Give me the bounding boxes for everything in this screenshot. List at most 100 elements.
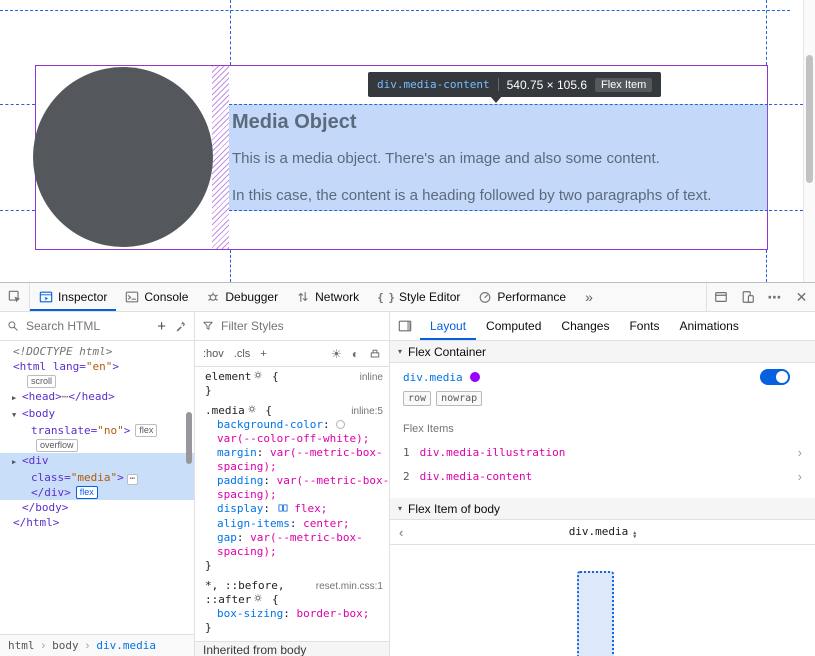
rule-line[interactable]: align-items: center; xyxy=(195,517,389,531)
rule-line[interactable]: box-sizing: border-box; xyxy=(195,607,389,621)
rule-gear-icon[interactable] xyxy=(247,404,257,418)
rule-line[interactable]: *, ::before,reset.min.css:1 xyxy=(195,579,389,593)
tab-inspector[interactable]: Inspector xyxy=(30,283,116,311)
eyedropper-icon[interactable] xyxy=(175,320,187,332)
rule-line[interactable]: ::after { xyxy=(195,593,389,607)
rule-line[interactable]: background-color: xyxy=(195,418,389,432)
flex-badge[interactable]: flex xyxy=(76,486,98,499)
sidebar-dock-button[interactable] xyxy=(390,312,420,340)
rule-gear-icon[interactable] xyxy=(253,593,263,607)
rule-line[interactable]: display: flex; xyxy=(195,502,389,517)
stylesheet-link[interactable]: inline xyxy=(360,371,383,385)
frame-select-button[interactable] xyxy=(707,283,734,311)
markup-line[interactable]: ▶<div xyxy=(0,453,194,470)
rule-line[interactable]: element {inline xyxy=(195,370,389,384)
tab-network[interactable]: Network xyxy=(287,283,368,311)
code-token: > xyxy=(112,360,119,373)
overlay-color-dot[interactable] xyxy=(470,372,480,382)
rule-line[interactable]: margin: var(--metric-box- xyxy=(195,446,389,460)
style-editor-icon: { } xyxy=(377,291,394,304)
markup-line[interactable]: </html> xyxy=(0,515,194,530)
markup-line[interactable]: overflow xyxy=(0,438,194,453)
tab-fonts[interactable]: Fonts xyxy=(619,312,669,340)
tab-console[interactable]: Console xyxy=(116,283,197,311)
add-node-button[interactable]: + xyxy=(155,319,168,334)
stylesheet-link[interactable]: inline:5 xyxy=(351,405,383,419)
tab-computed[interactable]: Computed xyxy=(476,312,551,340)
code-token: "media" xyxy=(71,471,117,484)
responsive-design-button[interactable] xyxy=(734,283,761,311)
markup-line[interactable]: ▼<body xyxy=(0,406,194,423)
tab-debugger[interactable]: Debugger xyxy=(197,283,287,311)
css-token: flex; xyxy=(288,502,328,515)
tab-performance[interactable]: Performance xyxy=(469,283,575,311)
more-options-button[interactable]: ⋯ xyxy=(761,283,788,311)
markup-line[interactable]: </body> xyxy=(0,500,194,515)
rule-line[interactable]: } xyxy=(195,384,389,398)
close-button[interactable]: ✕ xyxy=(788,283,815,311)
rule-line[interactable]: spacing); xyxy=(195,488,389,502)
flex-guide-line xyxy=(230,250,231,282)
toggle-knob xyxy=(776,371,788,383)
breadcrumb-item[interactable]: html xyxy=(8,639,35,652)
rule-line[interactable]: .media {inline:5 xyxy=(195,404,389,418)
flex-item-row[interactable]: 1div.media-illustration› xyxy=(390,440,815,464)
pseudo-button[interactable]: + xyxy=(260,348,266,360)
flex-overlay-toggle[interactable] xyxy=(760,369,790,385)
code-token: </ xyxy=(22,501,35,514)
rule-line[interactable]: var(--color-off-white); xyxy=(195,432,389,446)
filter-styles-input[interactable] xyxy=(221,319,382,333)
light-scheme-icon[interactable]: ☀ xyxy=(331,348,342,360)
rule-line[interactable]: } xyxy=(195,621,389,635)
tab-label: Style Editor xyxy=(399,290,460,304)
tab-style-editor[interactable]: { } Style Editor xyxy=(368,283,469,311)
rule-line[interactable]: } xyxy=(195,559,389,573)
markup-line[interactable]: </div>flex xyxy=(0,485,194,500)
rule-line[interactable]: padding: var(--metric-box- xyxy=(195,474,389,488)
flex-item-header[interactable]: ▾ Flex Item of body xyxy=(390,498,815,520)
markup-line[interactable]: ▶<head>⋯</head> xyxy=(0,389,194,406)
markup-line[interactable]: scroll xyxy=(0,374,194,389)
flex-item-row[interactable]: 2div.media-content› xyxy=(390,464,815,488)
color-swatch[interactable] xyxy=(336,420,345,429)
collapsed-children-icon[interactable]: ⋯ xyxy=(127,474,138,485)
breadcrumb-item[interactable]: div.media xyxy=(96,639,156,652)
css-token: : xyxy=(257,446,270,459)
collapse-arrow-icon[interactable]: ▼ xyxy=(12,408,22,423)
flex-badge[interactable]: flex xyxy=(135,424,157,437)
page-scrollbar-thumb[interactable] xyxy=(806,55,813,183)
markup-line[interactable]: <html lang="en"> xyxy=(0,359,194,374)
search-icon xyxy=(7,320,19,332)
markup-toolbar: + xyxy=(0,312,194,341)
flex-item-selector-dropdown[interactable]: div.media▲▼ xyxy=(390,525,815,539)
markup-scrollbar-thumb[interactable] xyxy=(186,412,192,464)
overflow-badge[interactable]: overflow xyxy=(36,439,78,452)
tab-animations[interactable]: Animations xyxy=(669,312,748,340)
flex-container-selector[interactable]: div.media xyxy=(403,371,463,384)
tab-layout[interactable]: Layout xyxy=(420,312,476,340)
page-scrollbar[interactable] xyxy=(803,0,815,282)
rule-line[interactable]: spacing); xyxy=(195,545,389,559)
expand-arrow-icon[interactable]: ▶ xyxy=(12,455,22,470)
tab-changes[interactable]: Changes xyxy=(551,312,619,340)
breadcrumb-item[interactable]: body xyxy=(52,639,79,652)
markup-line[interactable]: <!DOCTYPE html> xyxy=(0,344,194,359)
scroll-badge[interactable]: scroll xyxy=(27,375,56,388)
markup-line[interactable]: class="media">⋯ xyxy=(0,470,194,485)
print-simulation-icon[interactable] xyxy=(369,348,381,360)
rule-line[interactable]: spacing); xyxy=(195,460,389,474)
flex-container-header[interactable]: ▾ Flex Container xyxy=(390,341,815,363)
expand-arrow-icon[interactable]: ▶ xyxy=(12,391,22,406)
node-picker-button[interactable] xyxy=(0,283,30,311)
markup-line[interactable]: translate="no">flex xyxy=(0,423,194,438)
prev-item-button[interactable]: ‹ xyxy=(399,525,403,540)
dark-scheme-icon[interactable]: ◐ xyxy=(352,348,359,360)
pseudo-button[interactable]: :hov xyxy=(203,348,224,360)
tab-overflow-button[interactable]: » xyxy=(575,283,603,311)
rule-gear-icon[interactable] xyxy=(253,370,263,384)
search-html-input[interactable] xyxy=(26,319,148,333)
flex-highlighter-icon[interactable] xyxy=(278,503,288,517)
rule-line[interactable]: gap: var(--metric-box- xyxy=(195,531,389,545)
stylesheet-link[interactable]: reset.min.css:1 xyxy=(316,580,383,594)
pseudo-button[interactable]: .cls xyxy=(234,348,251,360)
